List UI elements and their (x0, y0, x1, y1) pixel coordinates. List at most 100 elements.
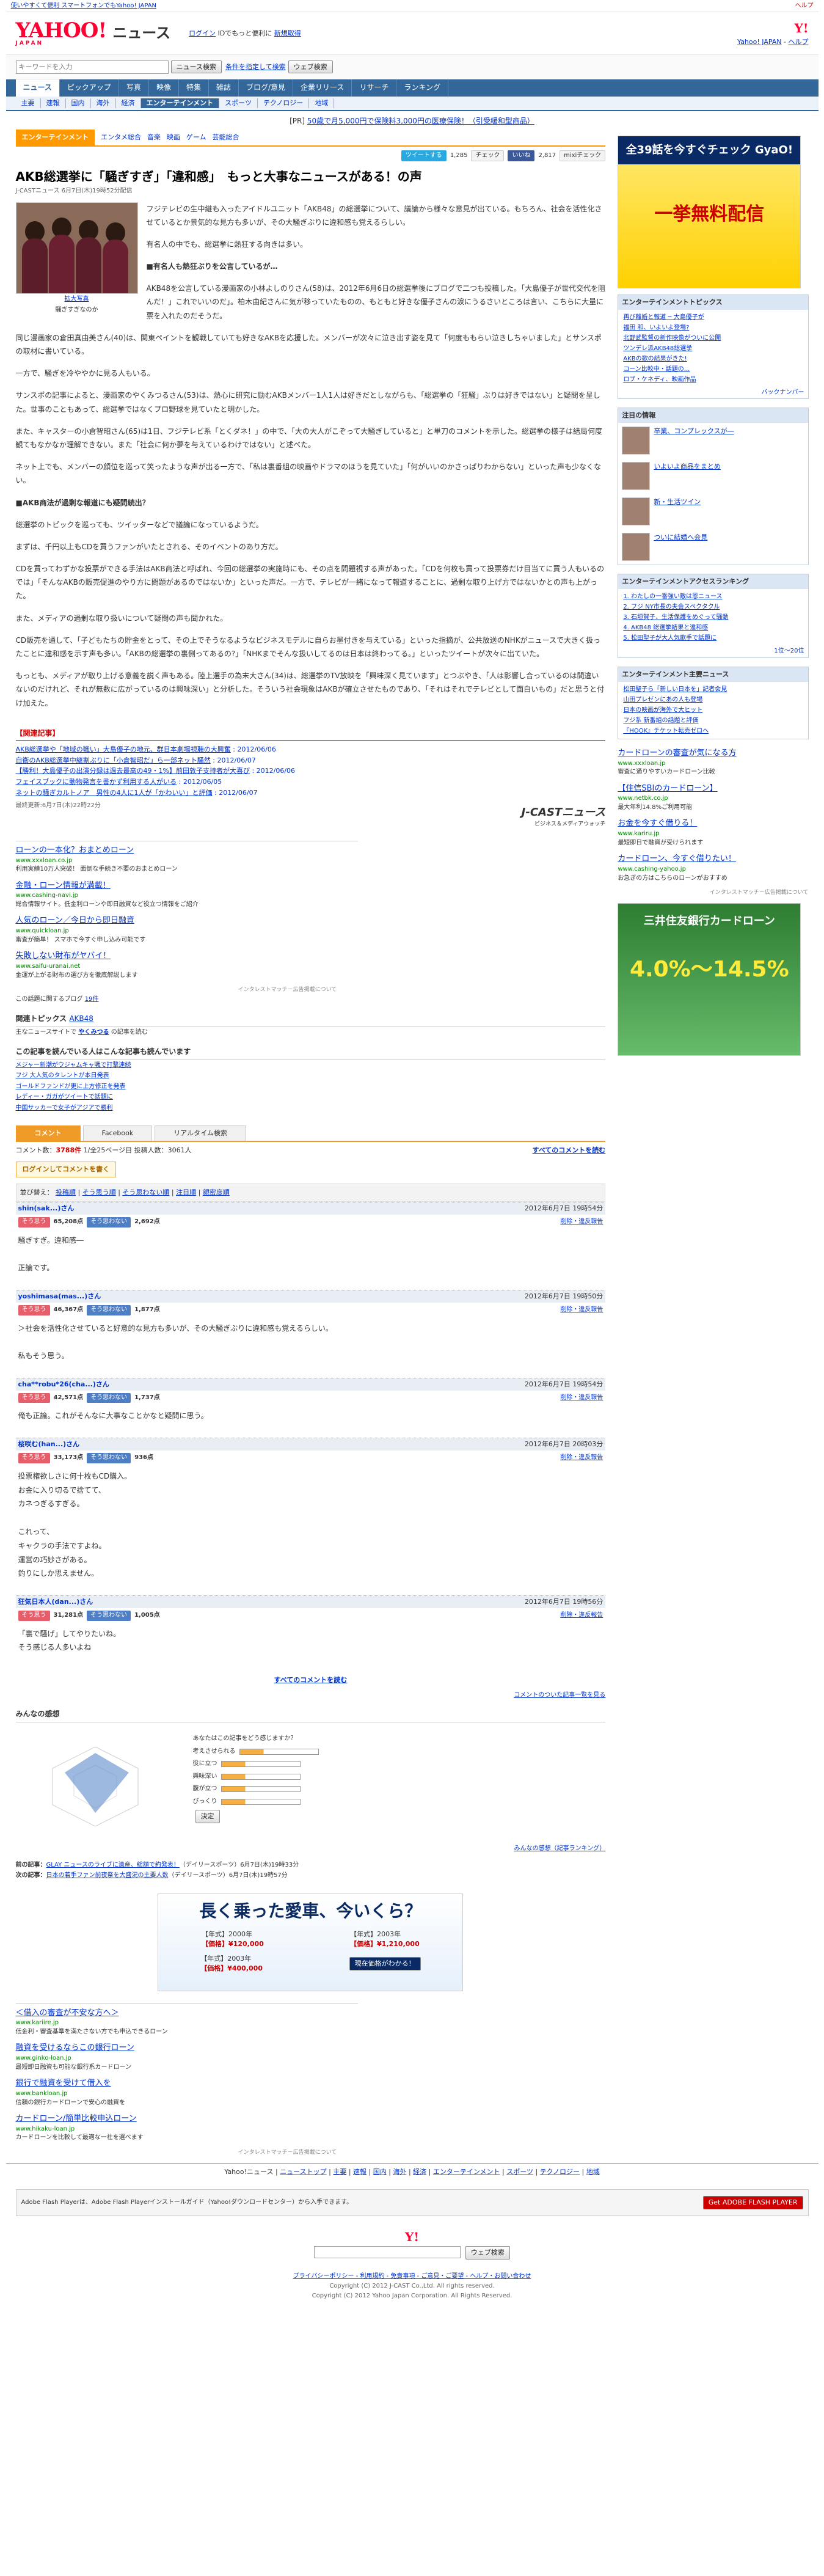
subnav-item[interactable]: 主要 (16, 98, 41, 108)
footer-yahoo-logo[interactable]: Y! (405, 2230, 419, 2244)
subnav-item[interactable]: エンターテインメント (140, 98, 220, 108)
other-link[interactable]: ゴールドファンドが更に上方修正を発表 (16, 1083, 126, 1090)
other-link[interactable]: フジ 大人気のタレントが本日発表 (16, 1072, 109, 1079)
ad-title[interactable]: カードローンの審査が気になる方 (618, 748, 808, 759)
ent-backnumber-link[interactable]: バックナンバー (618, 387, 808, 399)
agree-button[interactable]: そう思う (18, 1453, 50, 1463)
report-link[interactable]: 削除・違反報告 (560, 1218, 603, 1227)
category-tag[interactable]: エンタメ総合 (101, 133, 141, 141)
ad-title[interactable]: ローンの一本化？おまとめローン (16, 845, 358, 857)
bottom-nav-item[interactable]: 経済 (413, 2168, 426, 2176)
ad-item[interactable]: カードローン/簡単比較申込ローン www.hikaku-loan.jp カードローン… (16, 2113, 358, 2143)
ent-topic-item[interactable]: コーン比較中・話題の... (623, 364, 803, 375)
ad-url[interactable]: www.netbk.co.jp (618, 794, 808, 803)
blog-count-link[interactable]: 19件 (85, 996, 99, 1003)
related-link[interactable]: フェイスブックに動物発言を書かず利用する人がいる (16, 778, 177, 786)
feeling-row[interactable]: 腹が立つ (193, 1785, 319, 1794)
disagree-button[interactable]: そう思わない (87, 1611, 131, 1621)
nav-item[interactable]: ニュース (15, 79, 60, 97)
help-link[interactable]: ヘルプ (789, 38, 809, 46)
bottom-nav-item[interactable]: 速報 (353, 2168, 366, 2176)
yj-link[interactable]: Yahoo! JAPAN (737, 38, 782, 46)
bottom-nav-item[interactable]: スポーツ (506, 2168, 533, 2176)
agree-button[interactable]: そう思う (18, 1217, 50, 1228)
ent-news-item[interactable]: 『HOOK』チケット転売ゼロへ (623, 726, 803, 736)
nav-item[interactable]: ランキング (396, 79, 449, 97)
topic-link[interactable]: AKB48 (69, 1014, 93, 1023)
ad-item[interactable]: 人気のローン／今日から即日融資 www.quickloan.jp 審査が簡単！ スマ… (16, 915, 358, 945)
nav-item[interactable]: 写真 (119, 79, 149, 97)
ent-news-item[interactable]: フジ系 新番組の話題と評価 (623, 715, 803, 726)
feeling-scale[interactable] (221, 1798, 301, 1805)
related-item[interactable]: 自衛のAKB総選挙中継割ぶりに「小倉智昭だ」ら一部ネット騒然 : 2012/06… (16, 755, 606, 766)
ad-title[interactable]: 失敗しない財布がヤバイ！ (16, 951, 358, 962)
ad-title[interactable]: 銀行で融資を受けて借入を (16, 2078, 358, 2090)
gyao-ad[interactable]: 全39話を今すぐチェック GyaO! 一挙無料配信 (618, 136, 801, 288)
other-link[interactable]: レディー・ガガがツイートで話題に (16, 1094, 113, 1100)
ad-item[interactable]: ローンの一本化？おまとめローン www.xxxloan.co.jp 利用実績10万人… (16, 845, 358, 874)
feeling-row[interactable]: 興味深い (193, 1773, 319, 1782)
sort-option[interactable]: そう思わない順 (122, 1188, 169, 1196)
disagree-button[interactable]: そう思わない (87, 1392, 131, 1403)
ad-title[interactable]: カードローン、今すぐ借りたい！ (618, 854, 808, 865)
check-button[interactable]: チェック (471, 150, 505, 162)
subnav-item[interactable]: 経済 (116, 98, 141, 108)
sort-option[interactable]: 注目順 (176, 1188, 196, 1196)
ad-item[interactable]: 金融・ローン情報が満載！ www.cashing-navi.jp 総合情報サイト。低… (16, 880, 358, 910)
ent-topic-item[interactable]: 北野武監督の新作映像がついに公開 (623, 333, 803, 343)
mixi-button[interactable]: mixiチェック (560, 150, 606, 162)
ad-item[interactable]: 失敗しない財布がヤバイ！ www.saifu-uranai.net 金運が上がる財布… (16, 951, 358, 980)
login-link[interactable]: ログイン (189, 29, 216, 37)
chuumoku-item[interactable]: ついに結婚へ会見 (618, 529, 808, 565)
subnav-item[interactable]: 国内 (66, 98, 91, 108)
ent-news-item[interactable]: 日本の映画が海外で大ヒット (623, 705, 803, 715)
chuumoku-thumb[interactable] (622, 462, 651, 491)
register-link[interactable]: 新規取得 (274, 29, 301, 37)
post-comment-button[interactable]: ログインしてコメントを書く (15, 1162, 117, 1178)
yahoo-logo[interactable]: YAHOO! JAPAN (16, 20, 108, 46)
ranking-item[interactable]: 3. 石垣賀子、生活保護をめぐって騒動 (623, 612, 803, 623)
other-article[interactable]: ゴールドファンドが更に上方修正を発表 (16, 1081, 606, 1092)
report-link[interactable]: 削除・違反報告 (560, 1306, 603, 1315)
comment-tab[interactable]: コメント (15, 1125, 81, 1141)
ad-item[interactable]: 融資を受けるならこの銀行ローン www.ginko-loan.jp 最短即日融資も可… (16, 2043, 358, 2072)
nav-item[interactable]: 映像 (149, 79, 179, 97)
car-price-button[interactable]: 現在価格がわかる！ (349, 1957, 421, 1970)
bottom-nav-item[interactable]: エンターテインメント (433, 2168, 500, 2176)
chuumoku-link[interactable]: 卒業、コンプレックスが― (654, 426, 734, 455)
ad-title[interactable]: カードローン/簡単比較申込ローン (16, 2113, 358, 2125)
other-link[interactable]: 中国サッカーで女子がアジアで勝利 (16, 1105, 113, 1111)
prevnext-link[interactable]: GLAY ニュースのライブに遺産、総額で約発表！ (46, 1862, 180, 1868)
comment-user[interactable]: cha**robu*26(cha...)さん (18, 1380, 109, 1389)
sort-option[interactable]: 親密度順 (203, 1188, 230, 1196)
related-link[interactable]: 自衛のAKB総選挙中継割ぶりに「小倉智昭だ」ら一部ネット騒然 (16, 756, 211, 764)
bottom-nav-item[interactable]: ニューストップ (280, 2168, 326, 2176)
nav-item[interactable]: 雑誌 (209, 79, 239, 97)
prevnext-link[interactable]: 日本の若手ファン前夜祭を大盛況の主要人数 (46, 1872, 169, 1879)
ad-title[interactable]: お金を今すぐ借りる！ (618, 818, 808, 830)
ent-news-item[interactable]: 松田聖子ら「新しい日本を」記者会見 (623, 684, 803, 695)
related-item[interactable]: AKB総選挙や「地域の戦い」大島優子の地元、群日本劇場視聴の大興奮 : 2012… (16, 744, 606, 755)
other-article[interactable]: 中国サッカーで女子がアジアで勝利 (16, 1103, 606, 1114)
report-link[interactable]: 削除・違反報告 (560, 1394, 603, 1403)
subnav-item[interactable]: 地域 (309, 98, 335, 108)
ent-topic-item[interactable]: AKBの歌の結果がきた! (623, 354, 803, 364)
ent-topic-item[interactable]: ツンデレ派AKB48総選挙 (623, 343, 803, 354)
bottom-nav-item[interactable]: Yahoo!ニュース (224, 2168, 273, 2176)
other-article[interactable]: フジ 大人気のタレントが本日発表 (16, 1070, 606, 1081)
feelings-ranking-link[interactable]: みんなの感想（記事ランキング） (514, 1845, 606, 1852)
yahoo-mini-logo[interactable]: Y! (737, 20, 808, 37)
chuumoku-thumb[interactable] (622, 533, 651, 562)
author-link[interactable]: やくみつる (78, 1029, 109, 1036)
category-tag[interactable]: 音楽 (147, 133, 161, 141)
related-link[interactable]: 【勝利！大島優子の出演分録は過去最高の49・1%】前田敦子支持者が大喜び (16, 767, 250, 775)
web-search-button[interactable]: ウェブ検索 (288, 60, 333, 74)
ad-url[interactable]: www.hikaku-loan.jp (16, 2125, 358, 2134)
related-item[interactable]: ネットの騒ぎカルトノア 男性の4人に1人が「かわいい」と評価 : 2012/06… (16, 788, 606, 799)
condition-search-link[interactable]: 条件を指定して検索 (225, 62, 286, 72)
footer-search-input[interactable] (314, 2245, 461, 2258)
nav-item[interactable]: リサーチ (352, 79, 397, 97)
nav-item[interactable]: 特集 (179, 79, 209, 97)
agree-button[interactable]: そう思う (18, 1305, 50, 1315)
ad-url[interactable]: www.cashing-navi.jp (16, 891, 358, 901)
